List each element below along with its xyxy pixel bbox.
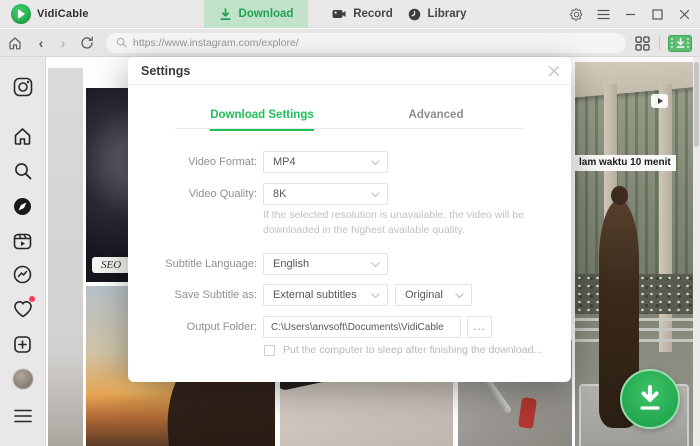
save-subtitle-select[interactable]: External subtitles — [263, 284, 388, 306]
home-icon[interactable] — [12, 125, 34, 147]
browse-folder-button[interactable]: ... — [467, 316, 492, 338]
tab-download-settings-label: Download Settings — [210, 109, 314, 131]
minimize-icon[interactable] — [622, 6, 638, 22]
sleep-checkbox[interactable] — [264, 345, 275, 356]
settings-gear-icon[interactable] — [568, 6, 584, 22]
instagram-logo-icon[interactable] — [12, 76, 34, 98]
tab-record-label: Record — [353, 8, 393, 20]
save-subtitle-value: External subtitles — [273, 289, 357, 301]
chevron-down-icon — [455, 293, 464, 299]
subtitle-language-select[interactable]: English — [263, 253, 388, 275]
chevron-down-icon — [371, 160, 380, 166]
subtitle-format-select[interactable]: Original — [395, 284, 472, 306]
reels-icon[interactable] — [12, 230, 34, 252]
scrollbar-thumb[interactable] — [694, 62, 699, 147]
video-quality-label: Video Quality: — [188, 188, 257, 200]
close-icon[interactable] — [547, 64, 561, 78]
create-plus-icon[interactable] — [12, 333, 34, 355]
window-controls — [568, 0, 692, 28]
post-tile[interactable] — [48, 68, 83, 446]
sleep-checkbox-label: Put the computer to sleep after finishin… — [283, 344, 543, 356]
sleep-checkbox-row: Put the computer to sleep after finishin… — [264, 344, 556, 356]
reel-icon — [651, 94, 668, 108]
home-icon[interactable] — [6, 34, 24, 52]
browser-bar: ‹ › https://www.instagram.com/explore/ — [0, 29, 700, 57]
scrollbar-track — [693, 57, 700, 446]
app-name: VidiCable — [37, 8, 89, 20]
video-format-label: Video Format: — [188, 156, 257, 168]
back-icon[interactable]: ‹ — [32, 34, 50, 52]
tab-advanced[interactable]: Advanced — [349, 105, 523, 131]
tab-library-label: Library — [427, 8, 467, 20]
menu-icon[interactable] — [12, 405, 34, 427]
forward-icon[interactable]: › — [54, 34, 72, 52]
tab-library[interactable]: Library — [393, 0, 481, 28]
output-folder-row: Output Folder: C:\Users\anvsoft\Document… — [128, 316, 571, 338]
vidicable-logo-icon — [11, 4, 31, 24]
download-arrow-icon — [640, 385, 660, 410]
video-format-row: Video Format: MP4 — [128, 151, 571, 173]
save-subtitle-row: Save Subtitle as: External subtitles Ori… — [128, 284, 571, 306]
close-icon[interactable] — [676, 6, 692, 22]
quality-note: If the selected resolution is unavailabl… — [263, 209, 524, 236]
person-head — [611, 186, 628, 205]
video-format-select[interactable]: MP4 — [263, 151, 388, 173]
maximize-icon[interactable] — [649, 6, 665, 22]
notifications-heart-icon[interactable] — [12, 296, 35, 320]
titlebar: VidiCable Download Record Library — [0, 0, 700, 28]
subtitle-language-value: English — [273, 258, 310, 270]
grid-apps-icon[interactable] — [633, 34, 651, 52]
dialog-header: Settings — [128, 57, 571, 85]
refresh-icon[interactable] — [78, 34, 96, 52]
tab-download[interactable]: Download — [204, 0, 308, 28]
subtitle-language-label: Subtitle Language: — [165, 258, 257, 270]
settings-tabs: Download Settings Advanced — [175, 105, 523, 131]
post-caption-label: SEO — [92, 257, 131, 273]
tab-advanced-label: Advanced — [408, 109, 464, 121]
menu-icon[interactable] — [595, 6, 611, 22]
save-subtitle-label: Save Subtitle as: — [174, 289, 257, 301]
download-fab-button[interactable] — [620, 369, 680, 429]
tab-download-label: Download — [238, 8, 294, 20]
url-bar[interactable]: https://www.instagram.com/explore/ — [106, 32, 626, 53]
output-folder-label: Output Folder: — [186, 321, 257, 333]
subtitle-language-row: Subtitle Language: English — [128, 253, 571, 275]
tab-download-settings[interactable]: Download Settings — [175, 105, 349, 131]
vidicable-window: VidiCable Download Record Library ‹ › ht… — [0, 0, 700, 446]
video-quality-select[interactable]: 8K — [263, 183, 388, 205]
dialog-title: Settings — [141, 64, 191, 78]
explore-compass-icon[interactable] — [12, 195, 34, 217]
subtitle-format-value: Original — [405, 289, 443, 301]
video-download-icon[interactable] — [668, 34, 692, 52]
search-icon[interactable] — [12, 160, 34, 182]
output-folder-input[interactable]: C:\Users\anvsoft\Documents\VidiCable — [263, 316, 461, 338]
download-icon — [220, 7, 231, 20]
messenger-icon[interactable] — [12, 263, 34, 285]
search-icon — [116, 37, 127, 48]
record-camera-icon — [332, 10, 346, 18]
notification-dot — [28, 296, 35, 302]
instagram-sidebar — [0, 57, 46, 446]
browser-right-icons — [633, 29, 692, 57]
video-overlay-label: lam waktu 10 menit — [575, 155, 676, 171]
library-clock-icon — [408, 8, 420, 20]
video-quality-value: 8K — [273, 188, 287, 200]
chevron-down-icon — [371, 293, 380, 299]
video-quality-row: Video Quality: 8K — [128, 183, 571, 205]
video-format-value: MP4 — [273, 156, 296, 168]
profile-avatar[interactable] — [12, 368, 34, 390]
red-object — [517, 397, 538, 429]
chevron-down-icon — [371, 262, 380, 268]
settings-dialog: Settings Download Settings Advanced Vide… — [128, 57, 571, 382]
url-text: https://www.instagram.com/explore/ — [133, 36, 299, 49]
output-folder-value: C:\Users\anvsoft\Documents\VidiCable — [271, 321, 444, 333]
separator — [659, 36, 660, 50]
chevron-down-icon — [371, 192, 380, 198]
